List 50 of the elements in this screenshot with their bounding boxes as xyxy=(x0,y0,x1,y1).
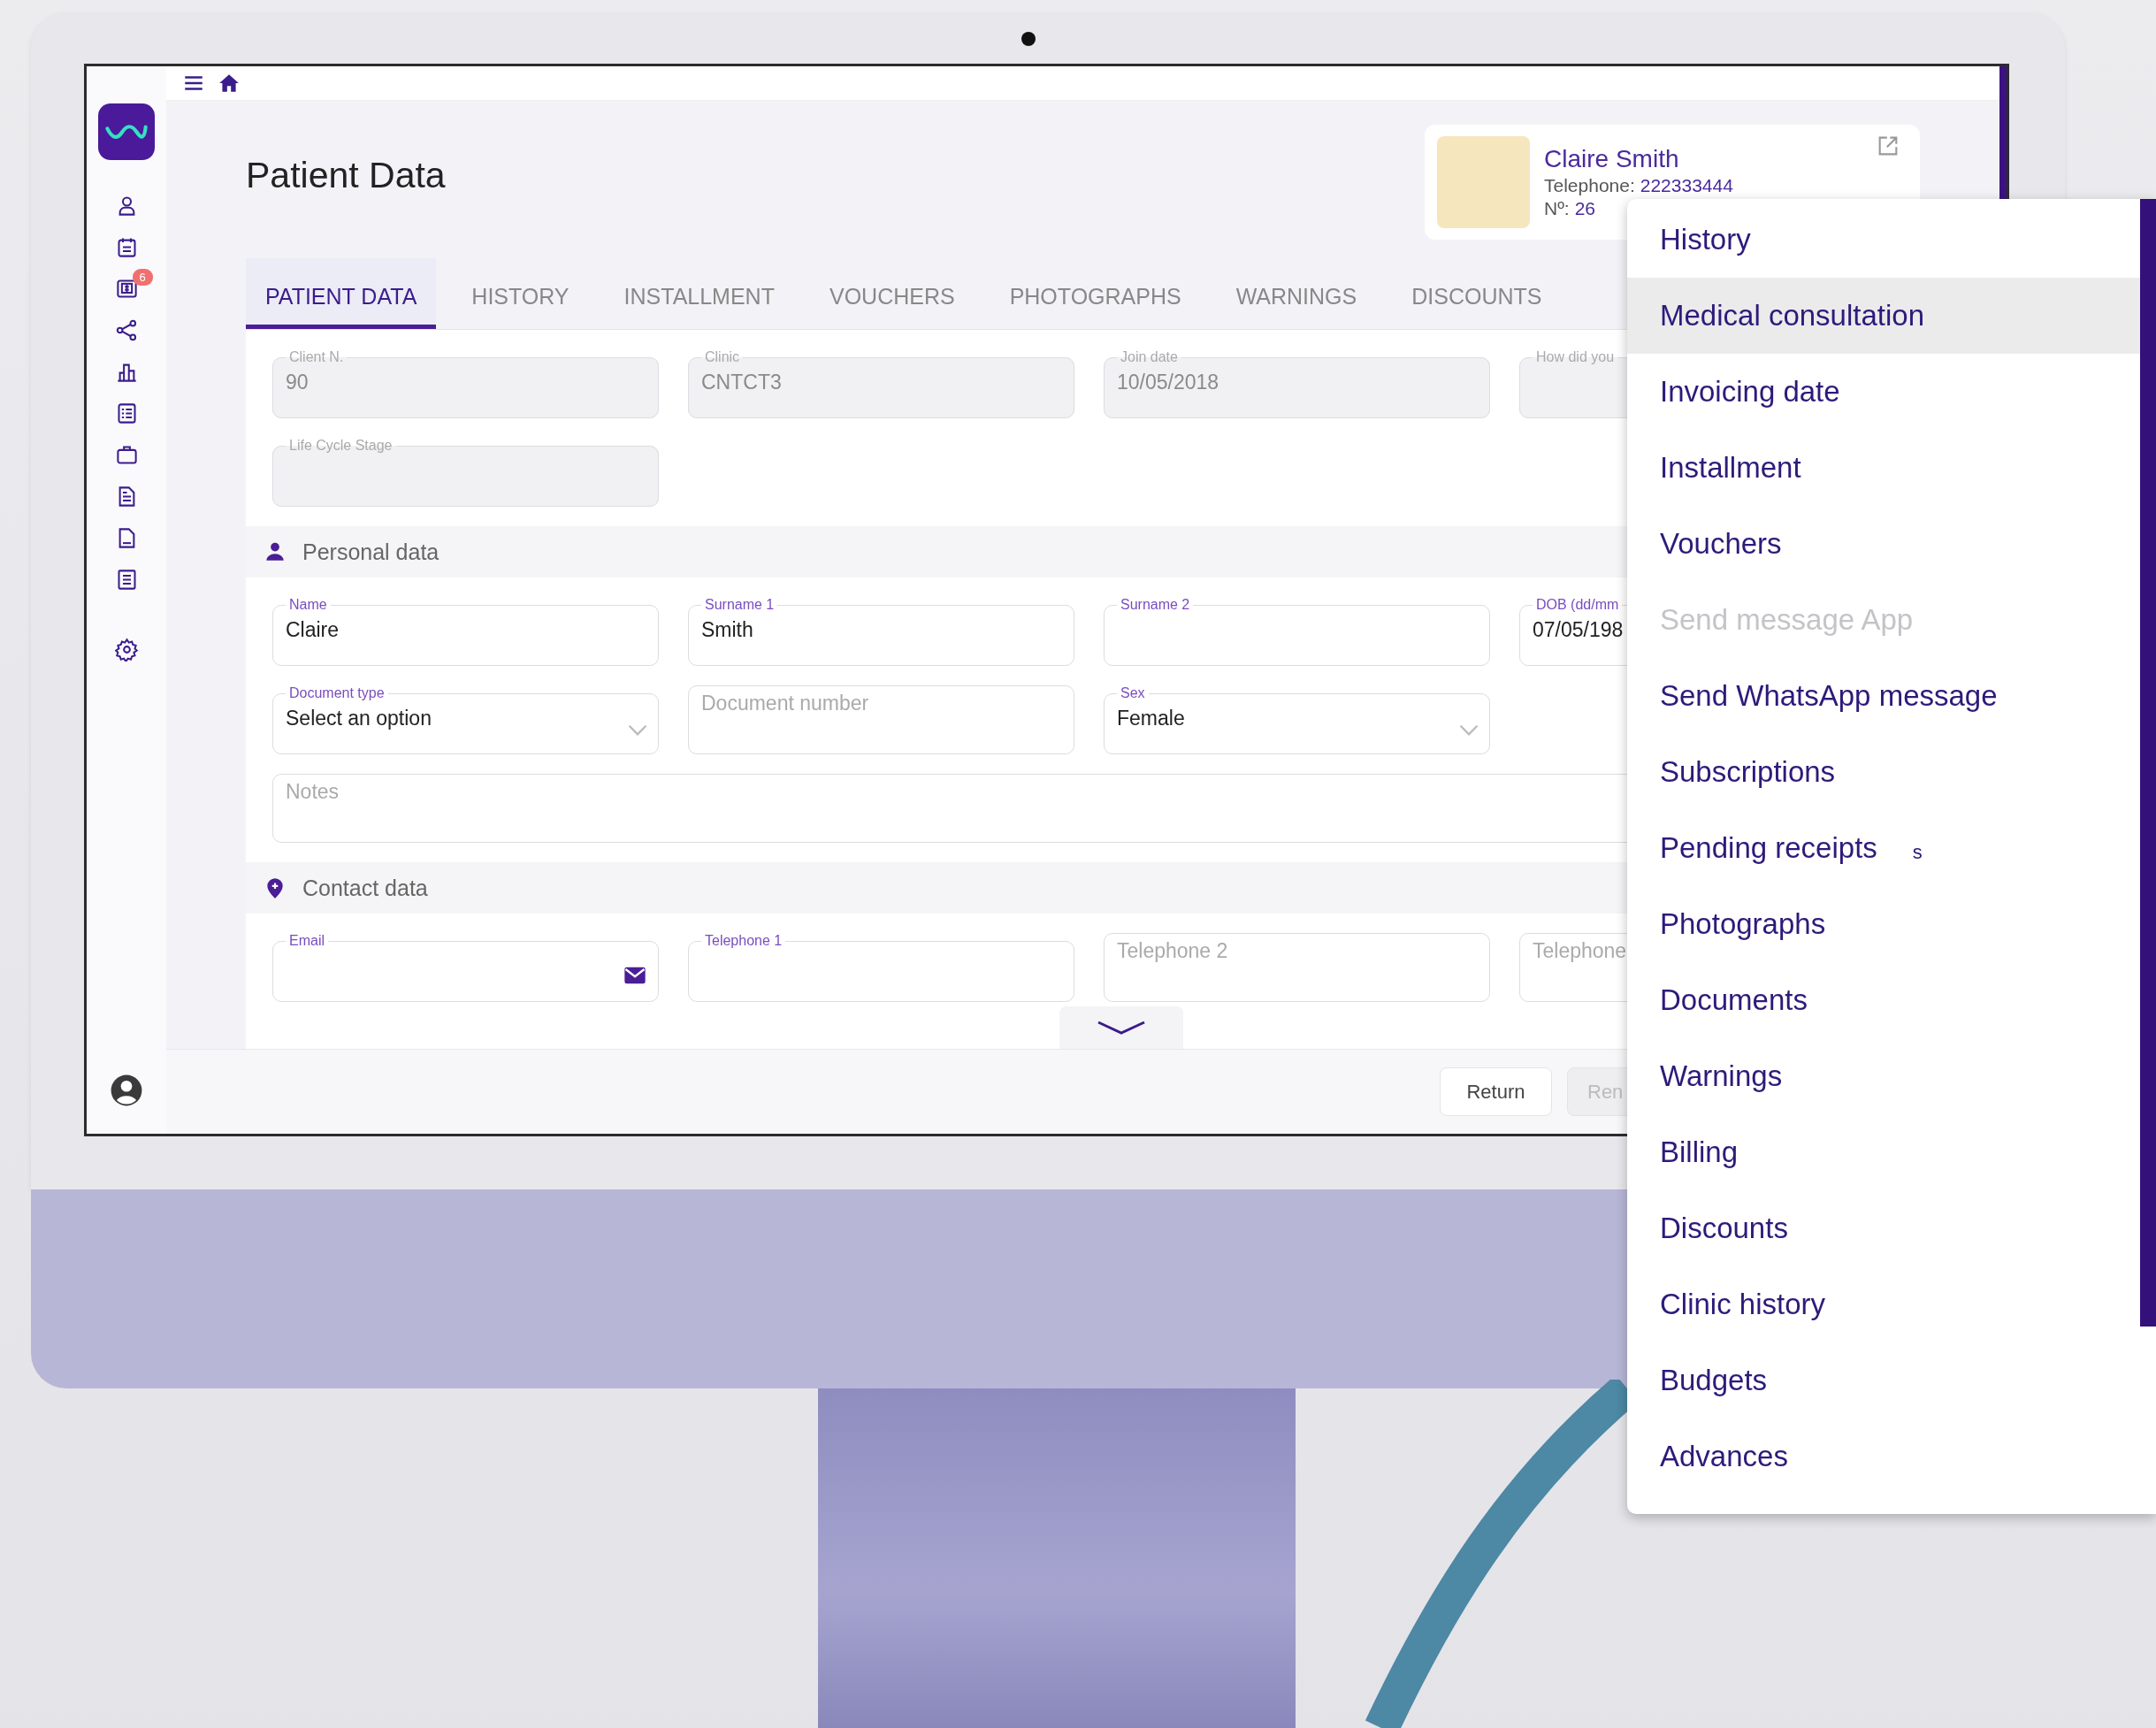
number-label: Nº: xyxy=(1544,198,1570,219)
field-label: DOB (dd/mm xyxy=(1535,597,1620,613)
field-value: 90 xyxy=(286,370,309,394)
field-value: Select an option xyxy=(286,706,432,730)
menu-item-label: Installment xyxy=(1660,451,1801,485)
field-value: 10/05/2018 xyxy=(1117,370,1219,394)
menu-item-label: Documents xyxy=(1660,983,1808,1017)
stray-character: s xyxy=(1912,841,1923,864)
menu-item-label: History xyxy=(1660,223,1751,256)
menu-item-label: Send WhatsApp message xyxy=(1660,679,1998,713)
field-label: Clinic xyxy=(704,349,741,365)
field-placeholder: Telephone xyxy=(1533,938,1627,963)
field-label: Client N. xyxy=(288,349,345,365)
field-label: Life Cycle Stage xyxy=(288,438,394,454)
menu-item-label: Advances xyxy=(1660,1440,1788,1473)
menu-item-label: Discounts xyxy=(1660,1212,1788,1245)
field-value: CNTCT3 xyxy=(701,370,782,394)
section-title: Contact data xyxy=(302,875,428,901)
menu-item-label: Budgets xyxy=(1660,1364,1768,1397)
field-label: Name xyxy=(288,597,328,613)
menu-item-label: Clinic history xyxy=(1660,1288,1826,1321)
field-label: Surname 2 xyxy=(1120,597,1191,613)
field-label: How did you xyxy=(1535,349,1616,365)
field-label: Email xyxy=(288,933,325,949)
menu-item-label: Warnings xyxy=(1660,1059,1783,1093)
menu-item-label: Invoicing date xyxy=(1660,375,1840,409)
menu-item-label: Photographs xyxy=(1660,907,1826,941)
field-label: Document type xyxy=(288,685,386,701)
field-value: Claire xyxy=(286,617,340,642)
field-placeholder: Telephone 2 xyxy=(1117,938,1228,963)
telephone-value: 222333444 xyxy=(1640,175,1733,196)
field-label: Join date xyxy=(1120,349,1179,365)
menu-item-label: Send message App xyxy=(1660,603,1914,637)
field-label: Telephone 1 xyxy=(704,933,784,949)
page-title: Patient Data xyxy=(246,154,446,196)
menu-item-label: Vouchers xyxy=(1660,527,1782,561)
field-label: Sex xyxy=(1120,685,1146,701)
field-value: 07/05/198 xyxy=(1533,617,1624,642)
notification-badge: 6 xyxy=(132,269,153,286)
menu-item-label: Billing xyxy=(1660,1135,1739,1169)
section-title: Personal data xyxy=(302,539,440,565)
number-value: 26 xyxy=(1574,198,1596,219)
field-placeholder: Notes xyxy=(286,779,340,804)
patient-name: Claire Smith xyxy=(1544,145,1680,173)
telephone-label: Telephone: xyxy=(1544,175,1635,196)
field-label: Surname 1 xyxy=(704,597,776,613)
field-value: Smith xyxy=(701,617,753,642)
menu-item-label: Medical consultation xyxy=(1660,299,1924,333)
field-placeholder: Document number xyxy=(701,691,869,715)
field-value: Female xyxy=(1117,706,1185,730)
